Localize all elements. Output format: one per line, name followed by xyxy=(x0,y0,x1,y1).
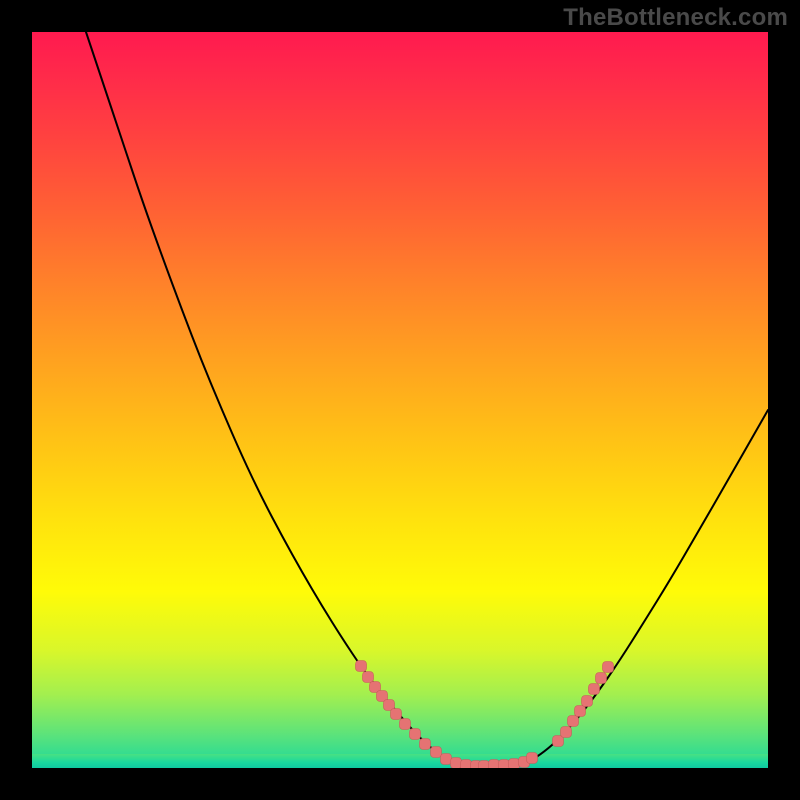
marker-point xyxy=(568,716,579,727)
marker-point xyxy=(431,747,442,758)
marker-point xyxy=(479,761,490,769)
marker-point xyxy=(400,719,411,730)
marker-point xyxy=(420,739,431,750)
marker-point xyxy=(391,709,402,720)
marker-point xyxy=(489,760,500,769)
marker-point xyxy=(451,758,462,769)
marker-point xyxy=(527,753,538,764)
marker-point xyxy=(509,759,520,769)
curve-left-branch xyxy=(86,32,450,762)
marker-point xyxy=(461,760,472,769)
marker-point xyxy=(582,696,593,707)
watermark-text: TheBottleneck.com xyxy=(563,4,788,32)
marker-point xyxy=(441,754,452,765)
plot-area xyxy=(32,32,768,768)
curve-right-branch xyxy=(530,410,768,761)
marker-point xyxy=(603,662,614,673)
chart-frame: TheBottleneck.com xyxy=(0,0,800,800)
marker-point xyxy=(499,760,510,769)
marker-point xyxy=(410,729,421,740)
marker-group xyxy=(356,661,614,769)
curve-layer xyxy=(32,32,768,768)
marker-point xyxy=(561,727,572,738)
marker-point xyxy=(363,672,374,683)
marker-point xyxy=(356,661,367,672)
marker-point xyxy=(575,706,586,717)
marker-point xyxy=(589,684,600,695)
marker-point xyxy=(596,673,607,684)
